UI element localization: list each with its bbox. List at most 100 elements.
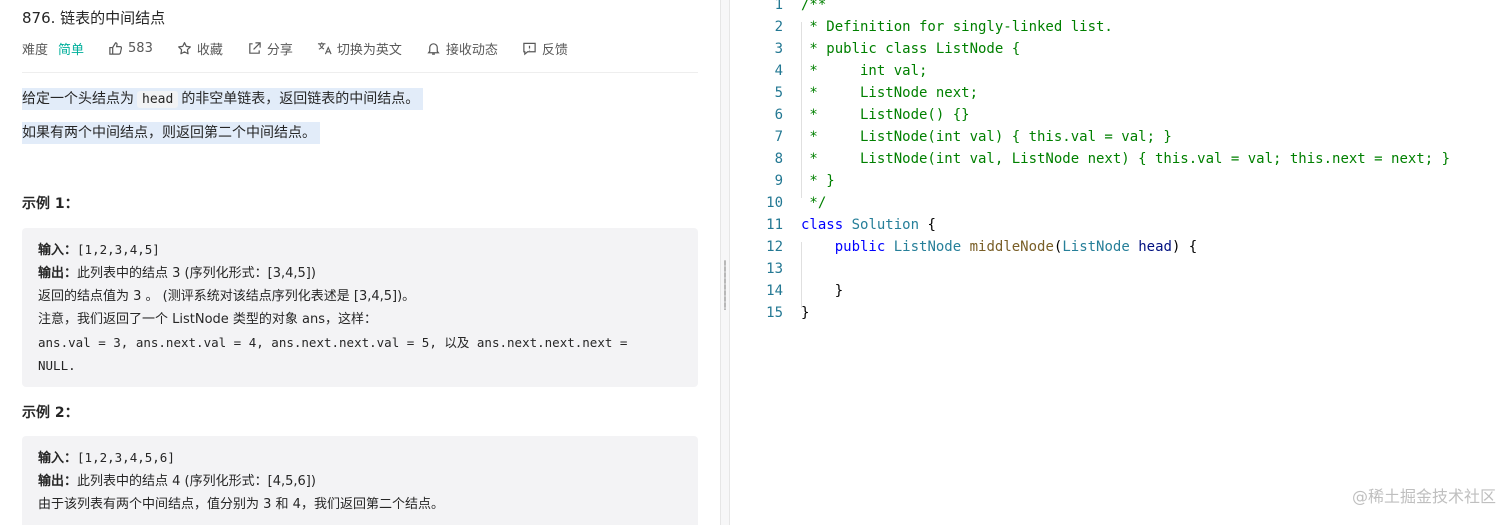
output-value: 此列表中的结点 3 (序列化形式：[3,4,5]): [77, 266, 316, 281]
code-comment: * ListNode() {}: [801, 107, 970, 123]
line-number: 13: [766, 261, 783, 277]
line-number: 3: [774, 41, 783, 57]
code-line: * public class ListNode {: [801, 38, 1020, 60]
code-line: public ListNode middleNode(ListNode head…: [801, 236, 1198, 258]
line-number: 11: [766, 217, 783, 233]
output-label: 输出：: [38, 474, 78, 489]
panel-resize-handle[interactable]: [720, 0, 730, 525]
line-number: 12: [766, 239, 783, 255]
code-comment: */: [801, 195, 827, 211]
param-name: head: [1138, 239, 1172, 255]
example-explanation: NULL.: [38, 358, 76, 373]
output-value: 此列表中的结点 4 (序列化形式：[4,5,6]): [77, 474, 316, 489]
code-comment: * int val;: [801, 63, 928, 79]
code-comment: /**: [801, 0, 827, 13]
code-line: * }: [801, 170, 834, 192]
share-icon: [249, 41, 261, 54]
favorite-label: 收藏: [196, 42, 223, 58]
line-number: 10: [766, 195, 783, 211]
thumbs-up-icon: [109, 41, 123, 55]
code-comment: * Definition for singly-linked list.: [801, 19, 1113, 35]
type-name: ListNode: [893, 239, 962, 255]
code-comment: * public class ListNode {: [801, 41, 1021, 57]
type-name: ListNode: [1062, 239, 1130, 255]
line-number: 4: [774, 63, 783, 79]
example-output: 输出：此列表中的结点 4 (序列化形式：[4,5,6]): [38, 470, 682, 493]
inline-code-head: head: [137, 91, 179, 108]
line-number: 1: [774, 0, 783, 13]
example-output: 输出：此列表中的结点 3 (序列化形式：[3,4,5]): [38, 262, 682, 285]
code-line: * ListNode next;: [801, 82, 978, 104]
class-name: Solution: [851, 217, 920, 233]
subscribe-button[interactable]: 接收动态: [426, 39, 498, 58]
code-editor[interactable]: 1 2 3 4 5 6 7 8 9 10 11 12 13 14 15 /** * Definition f…: [731, 0, 1512, 525]
code-token: {: [919, 217, 936, 233]
bell-icon: [427, 42, 440, 55]
line-number: 9: [774, 173, 783, 189]
line-number: 14: [766, 283, 783, 299]
code-line: /**: [801, 0, 826, 16]
favorite-button[interactable]: 收藏: [177, 39, 223, 58]
code-token: }: [801, 305, 810, 321]
example-explanation: 注意，我们返回了一个 ListNode 类型的对象 ans，这样：: [38, 312, 378, 327]
code-line: * ListNode(int val, ListNode next) { thi…: [801, 148, 1450, 170]
share-label: 分享: [266, 42, 293, 58]
line-number: 6: [774, 107, 783, 123]
example-2-box: 输入：[1,2,3,4,5,6] 输出：此列表中的结点 4 (序列化形式：[4,…: [22, 436, 698, 525]
line-number: 15: [766, 305, 783, 321]
code-token: ) {: [1171, 239, 1198, 255]
output-label: 输出：: [38, 266, 78, 281]
line-number: 2: [774, 19, 783, 35]
line-number: 7: [774, 129, 783, 145]
difficulty-value: 简单: [58, 42, 85, 58]
drag-handle-icon: [724, 260, 726, 310]
description-paragraph-1: 给定一个头结点为 head 的非空单链表，返回链表的中间结点。: [22, 88, 424, 110]
input-label: 输入：: [38, 451, 78, 466]
example-1-title: 示例 1：: [22, 196, 79, 212]
code-comment: * ListNode next;: [801, 85, 979, 101]
share-button[interactable]: 分享: [247, 39, 293, 58]
star-icon: [177, 41, 191, 54]
method-name: middleNode: [969, 239, 1054, 255]
code-line: * ListNode(int val) { this.val = val; }: [801, 126, 1171, 148]
example-explanation: 返回的结点值为 3 。 (测评系统对该结点序列化表述是 [3,4,5])。: [38, 289, 416, 304]
like-count: 583: [128, 40, 153, 56]
code-line: * Definition for singly-linked list.: [801, 16, 1113, 38]
difficulty-label: 难度: [22, 42, 49, 58]
input-value: [1,2,3,4,5,6]: [77, 450, 175, 465]
problem-title: 876. 链表的中间结点: [22, 9, 166, 27]
example-explanation: ans.val = 3, ans.next.val = 4, ans.next.…: [38, 335, 628, 350]
problem-description-panel: 876. 链表的中间结点 难度 简单 583 收藏 分享 切换为英文 接收动态 …: [0, 0, 720, 525]
keyword: class: [801, 217, 844, 233]
code-token: }: [834, 283, 844, 299]
divider-line: [22, 72, 698, 73]
like-button[interactable]: 583: [108, 41, 153, 56]
problem-meta-bar: 难度 简单 583 收藏 分享 切换为英文 接收动态 反馈: [22, 38, 592, 58]
code-line: }: [801, 280, 843, 302]
subscribe-label: 接收动态: [445, 42, 498, 58]
code-line: }: [801, 302, 809, 324]
translate-button[interactable]: 切换为英文: [317, 39, 402, 58]
example-2-title: 示例 2：: [22, 405, 79, 421]
feedback-label: 反馈: [541, 42, 568, 58]
feedback-button[interactable]: 反馈: [522, 39, 568, 58]
example-1-box: 输入：[1,2,3,4,5] 输出：此列表中的结点 3 (序列化形式：[3,4,…: [22, 228, 698, 387]
keyword: public: [834, 239, 886, 255]
code-line: * int val;: [801, 60, 927, 82]
example-input: 输入：[1,2,3,4,5]: [38, 238, 682, 262]
line-number: 8: [774, 151, 783, 167]
desc-text: 给定一个头结点为: [22, 91, 134, 107]
translate-label: 切换为英文: [336, 42, 402, 58]
example-input: 输入：[1,2,3,4,5,6]: [38, 446, 682, 470]
translate-icon: [317, 41, 332, 54]
code-comment: * ListNode(int val, ListNode next) { thi…: [801, 151, 1451, 167]
difficulty: 难度 简单: [22, 39, 84, 58]
input-label: 输入：: [38, 243, 78, 258]
example-explanation: 由于该列表有两个中间结点，值分别为 3 和 4，我们返回第二个结点。: [38, 497, 444, 512]
